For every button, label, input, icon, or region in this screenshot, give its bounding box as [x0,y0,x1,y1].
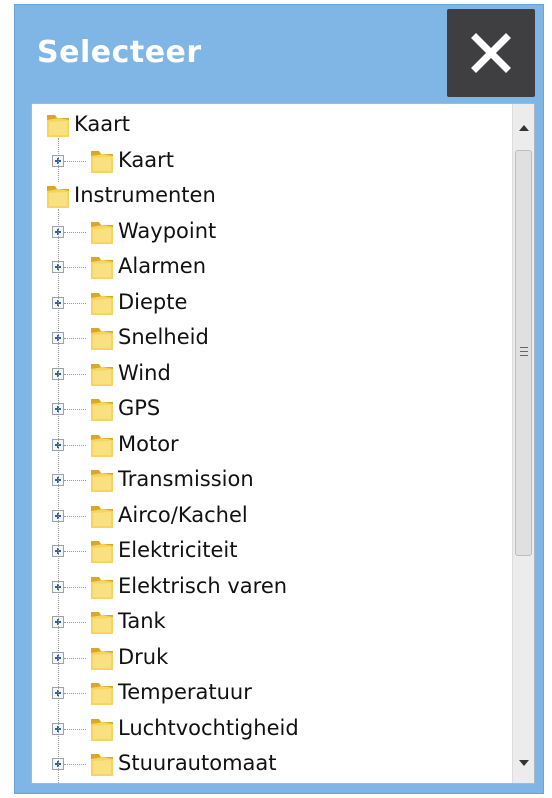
folder-icon [90,396,114,422]
folder-icon [90,254,114,280]
tree-item-label: Tank [118,609,166,633]
folder-icon [90,325,114,351]
folder-icon [90,467,114,493]
tree-connector-line [64,160,86,162]
tree-item[interactable]: Luchtvochtigheid [32,712,502,748]
folder-icon [46,112,70,138]
tree-item-label: Temperatuur [118,680,252,704]
tree-item[interactable]: Elektriciteit [32,534,502,570]
tree-item-label: Waypoint [118,218,217,243]
tree-connector-line [64,551,86,552]
grip-icon [520,347,528,348]
tree-view: Kaart Kaart Instrumenten Waypoint Alarmen Die… [31,103,535,784]
scroll-down-arrow-icon[interactable] [513,749,534,777]
dialog-title: Selecteer [37,35,202,70]
close-button[interactable] [447,9,535,97]
tree-item[interactable]: Instrumenten [32,179,502,215]
folder-icon [90,751,114,777]
tree-item-label: Kaart [118,147,175,172]
tree-item-label: Wind [118,360,171,385]
tree-connector-line [64,409,86,410]
tree-connector-line [64,267,86,268]
folder-icon [90,609,114,635]
tree-item[interactable]: Druk [32,641,502,677]
tree-connector-line [64,657,86,659]
tree-connector-line [64,373,86,375]
tree-connector-line [64,480,86,481]
tree-connector-line [64,764,86,765]
tree-item-label: Alarmen [118,254,207,278]
tree-connector-line [64,515,86,517]
tree-list: Kaart Kaart Instrumenten Waypoint Alarmen Die… [32,104,512,783]
tree-item-label: Druk [118,644,169,669]
folder-icon [90,574,114,600]
tree-connector-line [64,586,86,588]
tree-item[interactable]: Tank [32,605,502,641]
folder-icon [90,219,114,245]
folder-icon [90,432,114,458]
tree-item-label: Elektrisch varen [118,573,288,598]
tree-connector-line [64,444,86,446]
tree-item[interactable]: Waypoint [32,215,502,251]
tree-item[interactable]: Snelheid [32,321,502,357]
tree-connector-line [64,693,86,694]
tree-item[interactable]: Diepte [32,286,502,322]
tree-item[interactable]: Kaart [32,144,502,180]
tree-connector-line [64,302,86,304]
close-icon [471,33,511,73]
folder-icon [90,680,114,706]
tree-item[interactable]: Stuurautomaat [32,747,502,783]
tree-connector-line [64,622,86,623]
grip-icon [520,351,528,352]
folder-icon [90,148,114,174]
tree-item-label: Kaart [74,112,131,136]
tree-item-label: Airco/Kachel [118,502,248,527]
tree-item[interactable]: Wind [32,357,502,393]
tree-connector-line [64,338,86,339]
tree-guide-line [58,138,59,182]
tree-item[interactable]: Transmission [32,463,502,499]
tree-item[interactable]: Motor [32,428,502,464]
tree-item-label: Transmission [118,467,254,491]
tree-item[interactable]: GPS [32,392,502,428]
select-dialog: Selecteer Kaart Kaart Instrumenten Waypoint… [14,4,544,794]
folder-icon [90,361,114,387]
tree-item[interactable]: Alarmen [32,250,502,286]
vertical-scrollbar[interactable] [512,104,534,783]
tree-item-label: Instrumenten [74,183,216,207]
tree-guide-line [58,209,59,783]
tree-item[interactable]: Airco/Kachel [32,499,502,535]
tree-item[interactable]: Temperatuur [32,676,502,712]
folder-icon [90,290,114,316]
tree-item-label: Luchtvochtigheid [118,715,299,740]
tree-item-label: Motor [118,431,179,456]
tree-item-label: Elektriciteit [118,538,238,562]
scrollbar-thumb[interactable] [515,150,532,556]
tree-item[interactable]: Elektrisch varen [32,570,502,606]
grip-icon [520,355,528,356]
tree-item-label: Stuurautomaat [118,751,277,775]
folder-icon [90,716,114,742]
folder-icon [46,183,70,209]
folder-icon [90,645,114,671]
tree-connector-line [64,728,86,730]
tree-item-label: Diepte [118,289,188,314]
scroll-up-arrow-icon[interactable] [513,114,534,142]
folder-icon [90,538,114,564]
folder-icon [90,503,114,529]
tree-item[interactable]: Kaart [32,108,502,144]
tree-connector-line [64,231,86,233]
tree-item-label: Snelheid [118,325,209,349]
tree-item-label: GPS [118,396,161,420]
